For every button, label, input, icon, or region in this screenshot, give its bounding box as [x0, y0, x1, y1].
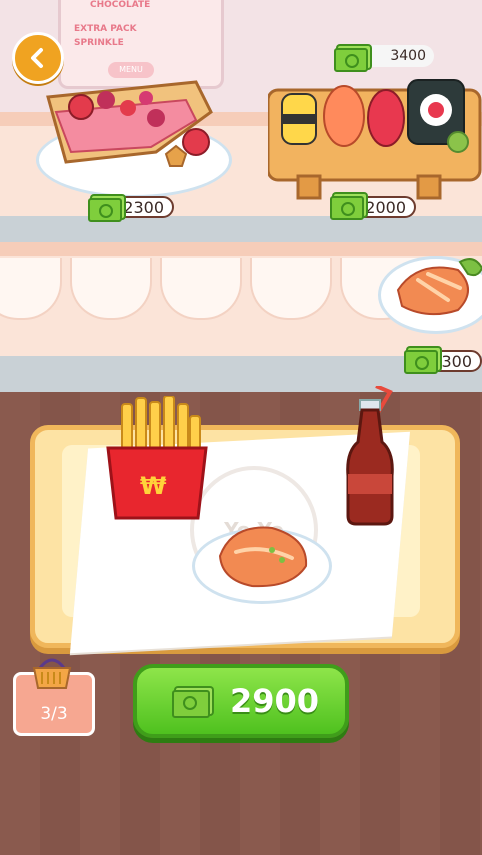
menu-line-3: SPRINKLE: [74, 38, 124, 48]
conveyor-rail-upper: [0, 216, 482, 242]
cola-image: [346, 384, 394, 526]
basket-icon: [32, 658, 72, 689]
tray-item-chicken[interactable]: [192, 516, 332, 604]
fries-logo: ₩: [140, 472, 167, 500]
sushi-image: [266, 79, 482, 200]
cash-icon: [330, 196, 364, 220]
back-arrow-icon: [31, 48, 43, 68]
menu-line-2: EXTRA PACK: [74, 24, 137, 34]
menu-line-1: CHOCOLATE: [90, 0, 151, 10]
top-price-value: 3400: [390, 48, 426, 64]
cash-icon: [172, 690, 210, 718]
cash-icon: [334, 48, 368, 72]
price-value: 2300: [123, 197, 164, 217]
tray-item-cola[interactable]: [342, 384, 398, 526]
basket-count: 3/3: [40, 704, 68, 724]
waffle-image: [46, 80, 213, 167]
cash-icon: [88, 198, 122, 222]
chicken-plate-image: [218, 526, 308, 588]
shop-item-chicken[interactable]: [378, 250, 482, 336]
shop-item-waffle[interactable]: [36, 72, 236, 198]
price-value: 2000: [365, 197, 406, 217]
cash-icon: [404, 350, 438, 374]
fries-image: [106, 395, 208, 520]
chicken-image: [396, 258, 482, 316]
tray-item-fries[interactable]: ₩: [104, 395, 210, 522]
buy-price: 2900: [230, 682, 320, 720]
shop-item-sushi[interactable]: [266, 72, 482, 202]
